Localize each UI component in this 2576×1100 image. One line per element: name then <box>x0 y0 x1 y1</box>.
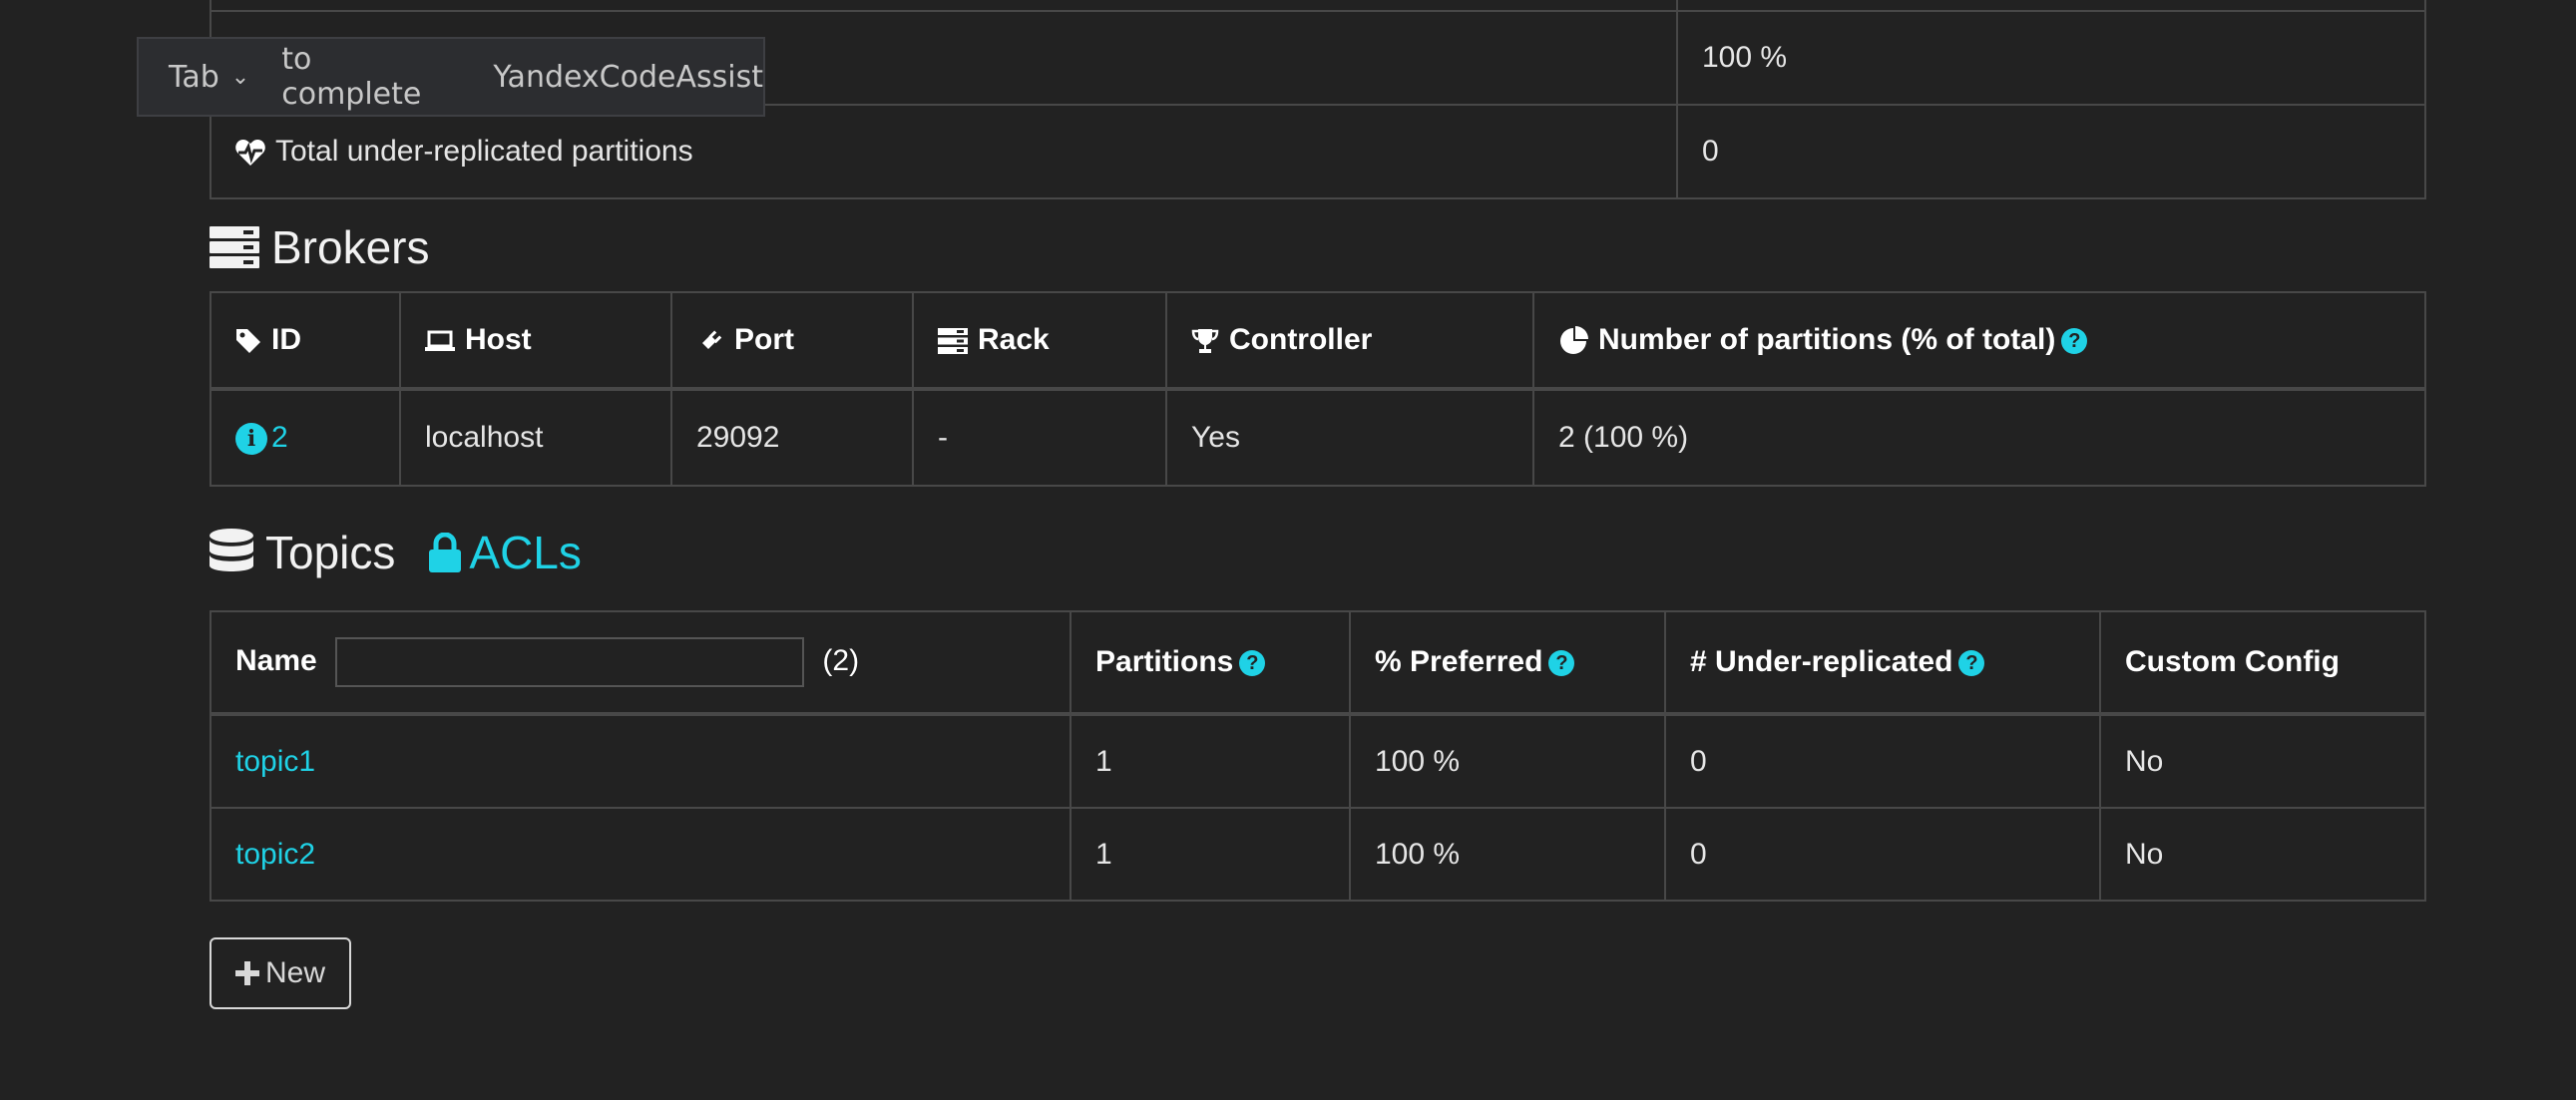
header-rack-label: Rack <box>978 323 1050 356</box>
topic-count: (2) <box>822 643 860 677</box>
trophy-icon <box>1191 329 1219 354</box>
acls-link[interactable]: ACLs <box>429 526 582 579</box>
summary-row-cut <box>210 0 2426 12</box>
column-header-partitions: Number of partitions (% of total)? <box>1532 291 2426 391</box>
column-header-preferred: % Preferred? <box>1349 610 1666 716</box>
summary-value-text: 0 <box>1702 135 1719 168</box>
help-icon[interactable]: ? <box>1548 650 1575 677</box>
header-under-replicated-label: # Under-replicated <box>1690 645 1953 678</box>
acls-link-label: ACLs <box>469 527 582 578</box>
tooltip-action: to complete <box>281 42 422 112</box>
column-header-custom-config: Custom Config <box>2099 610 2426 716</box>
server-icon <box>210 226 259 268</box>
topic-partitions-cell: 1 <box>1070 713 1351 809</box>
summary-cell <box>210 0 1678 12</box>
topic-custom-config-cell: No <box>2099 713 2426 809</box>
column-header-rack: Rack <box>912 291 1167 391</box>
column-header-port: Port <box>670 291 914 391</box>
broker-id-link[interactable]: 2 <box>271 421 288 454</box>
column-header-id: ID <box>210 291 401 391</box>
brokers-heading: Brokers <box>210 203 2424 291</box>
summary-label-text: Total under-replicated partitions <box>275 135 693 168</box>
topic-name-cell: topic2 <box>210 807 1072 902</box>
summary-value-text: 100 % <box>1702 41 1788 74</box>
plug-icon <box>700 330 722 352</box>
pie-chart-icon <box>1560 326 1588 355</box>
help-icon[interactable]: ? <box>1958 650 1985 677</box>
summary-label: Total under-replicated partitions <box>210 104 1678 199</box>
broker-rack-cell: - <box>912 388 1167 487</box>
heartbeat-icon <box>235 140 265 167</box>
broker-port-cell: 29092 <box>670 388 914 487</box>
tag-icon <box>236 329 260 354</box>
topic-link[interactable]: topic2 <box>235 838 315 871</box>
topic-name-cell: topic1 <box>210 713 1072 809</box>
tooltip-provider: YandexCodeAssist <box>493 59 763 95</box>
autocomplete-tooltip: Tab ⌄ to complete YandexCodeAssist <box>137 37 765 117</box>
broker-id-cell: i2 <box>210 388 401 487</box>
topic-row: topic1 1 100 % 0 No <box>210 713 2426 809</box>
header-id-label: ID <box>271 323 301 356</box>
column-header-name: Name (2) <box>210 610 1072 716</box>
tooltip-key: Tab <box>169 59 219 95</box>
database-icon <box>210 529 253 571</box>
column-header-under-replicated: # Under-replicated? <box>1664 610 2101 716</box>
header-controller-label: Controller <box>1229 323 1373 356</box>
help-icon[interactable]: ? <box>2061 328 2088 355</box>
main-container: 100 % Total under-replicated partitions … <box>210 0 2426 1009</box>
brokers-title: Brokers <box>271 221 430 273</box>
brokers-header-row: ID Host Port Rack Controller Number of p… <box>210 291 2426 391</box>
broker-controller-cell: Yes <box>1165 388 1534 487</box>
broker-row: i2 localhost 29092 - Yes 2 (100 %) <box>210 388 2426 487</box>
topic-row: topic2 1 100 % 0 No <box>210 807 2426 902</box>
summary-cell <box>1676 0 2426 12</box>
header-partitions-label: Partitions <box>1095 645 1234 678</box>
lock-icon <box>429 533 462 572</box>
header-name-label: Name <box>235 643 317 677</box>
broker-host-cell: localhost <box>399 388 672 487</box>
topic-preferred-cell: 100 % <box>1349 713 1666 809</box>
header-host-label: Host <box>465 323 532 356</box>
topics-header-row: Name (2) Partitions? % Preferred? # Unde… <box>210 610 2426 716</box>
summary-row: Total under-replicated partitions 0 <box>210 104 2426 199</box>
laptop-icon <box>425 330 455 352</box>
topic-custom-config-cell: No <box>2099 807 2426 902</box>
new-topic-button[interactable]: New <box>210 937 351 1009</box>
topic-under-replicated-cell: 0 <box>1664 807 2101 902</box>
topics-title: Topics <box>265 527 396 578</box>
chevron-down-icon[interactable]: ⌄ <box>231 65 249 90</box>
help-icon[interactable]: ? <box>1239 650 1266 677</box>
column-header-partitions: Partitions? <box>1070 610 1351 716</box>
column-header-controller: Controller <box>1165 291 1534 391</box>
topics-heading: Topics ACLs <box>210 505 2424 600</box>
header-port-label: Port <box>734 323 794 356</box>
summary-value: 0 <box>1676 104 2426 199</box>
summary-value: 100 % <box>1676 10 2426 106</box>
topic-preferred-cell: 100 % <box>1349 807 1666 902</box>
header-custom-config-label: Custom Config <box>2125 645 2340 678</box>
server-icon <box>938 328 968 355</box>
topic-name-filter-input[interactable] <box>335 637 805 687</box>
topic-link[interactable]: topic1 <box>235 745 315 778</box>
broker-partitions-cell: 2 (100 %) <box>1532 388 2426 487</box>
column-header-host: Host <box>399 291 672 391</box>
topic-partitions-cell: 1 <box>1070 807 1351 902</box>
topic-under-replicated-cell: 0 <box>1664 713 2101 809</box>
new-button-label: New <box>264 956 325 989</box>
header-preferred-label: % Preferred <box>1375 645 1543 678</box>
topics-table: Name (2) Partitions? % Preferred? # Unde… <box>210 610 2426 902</box>
header-partitions-label: Number of partitions (% of total) <box>1598 323 2056 356</box>
info-icon[interactable]: i <box>235 423 267 456</box>
plus-icon <box>234 961 259 985</box>
brokers-table: ID Host Port Rack Controller Number of p… <box>210 291 2426 487</box>
